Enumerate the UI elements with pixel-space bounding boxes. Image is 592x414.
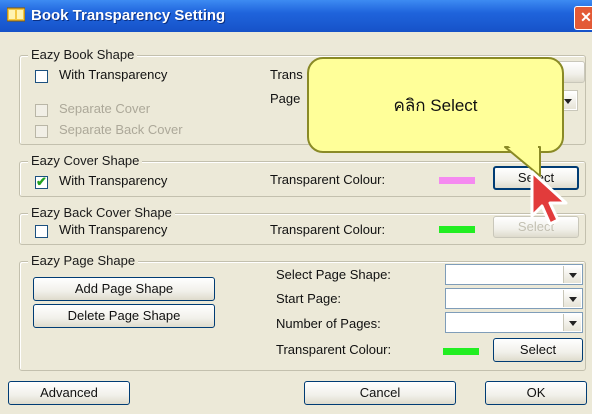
delete-page-shape-button[interactable]: Delete Page Shape xyxy=(33,304,215,328)
title-bar[interactable]: Book Transparency Setting ✕ xyxy=(0,0,592,32)
back-cover-shape-group: Eazy Back Cover Shape With Transparency … xyxy=(19,205,586,245)
back-cover-transparency-checkbox[interactable] xyxy=(35,225,48,238)
back-cover-colour-swatch xyxy=(439,226,475,233)
cover-shape-legend: Eazy Cover Shape xyxy=(28,153,143,168)
select-page-shape-dropdown[interactable] xyxy=(445,264,583,285)
page-shape-group: Eazy Page Shape Add Page Shape Delete Pa… xyxy=(19,253,586,371)
cover-shape-group: Eazy Cover Shape ✔ With Transparency Tra… xyxy=(19,153,586,197)
separate-back-cover-label: Separate Back Cover xyxy=(59,122,183,137)
book-transparency-label: With Transparency xyxy=(59,67,168,82)
advanced-button[interactable]: Advanced xyxy=(8,381,130,405)
chevron-down-icon xyxy=(563,290,581,307)
select-page-shape-label: Select Page Shape: xyxy=(276,267,391,282)
start-page-dropdown[interactable] xyxy=(445,288,583,309)
book-transparency-dialog: Book Transparency Setting ✕ Eazy Book Sh… xyxy=(0,0,592,414)
ok-button[interactable]: OK xyxy=(485,381,587,405)
close-button[interactable]: ✕ xyxy=(574,6,592,30)
page-colour-swatch xyxy=(443,348,479,355)
book-shape-legend: Eazy Book Shape xyxy=(28,47,138,62)
chevron-down-icon xyxy=(563,314,581,331)
cover-transparency-checkbox[interactable]: ✔ xyxy=(35,174,48,189)
book-transparency-checkbox[interactable] xyxy=(35,70,48,83)
back-cover-transparent-colour-label: Transparent Colour: xyxy=(270,222,386,237)
page-shape-legend: Eazy Page Shape xyxy=(28,253,139,268)
page-transparent-colour-label: Transparent Colour: xyxy=(276,342,392,357)
cover-transparent-colour-label: Transparent Colour: xyxy=(270,172,386,187)
separate-cover-label: Separate Cover xyxy=(59,101,151,116)
number-of-pages-label: Number of Pages: xyxy=(276,316,381,331)
callout-text: คลิก Select xyxy=(393,96,478,115)
number-of-pages-dropdown[interactable] xyxy=(445,312,583,333)
close-icon: ✕ xyxy=(580,9,592,25)
back-cover-transparency-label: With Transparency xyxy=(59,222,168,237)
page-select-button[interactable]: Select xyxy=(493,338,583,362)
cover-transparency-label: With Transparency xyxy=(59,173,168,188)
window-title: Book Transparency Setting xyxy=(31,7,226,24)
cursor-arrow-icon xyxy=(530,170,568,226)
book-page-label: Page xyxy=(270,91,301,106)
separate-back-cover-checkbox[interactable] xyxy=(35,125,48,138)
instruction-callout: คลิก Select xyxy=(307,57,564,153)
start-page-label: Start Page: xyxy=(276,291,342,306)
separate-cover-checkbox[interactable] xyxy=(35,104,48,117)
check-icon: ✔ xyxy=(36,174,47,189)
back-cover-shape-legend: Eazy Back Cover Shape xyxy=(28,205,175,220)
chevron-down-icon xyxy=(563,266,581,283)
cover-colour-swatch xyxy=(439,177,475,184)
add-page-shape-button[interactable]: Add Page Shape xyxy=(33,277,215,301)
cancel-button[interactable]: Cancel xyxy=(304,381,456,405)
book-transparent-colour-label: Trans xyxy=(270,67,303,82)
book-icon xyxy=(7,7,25,22)
